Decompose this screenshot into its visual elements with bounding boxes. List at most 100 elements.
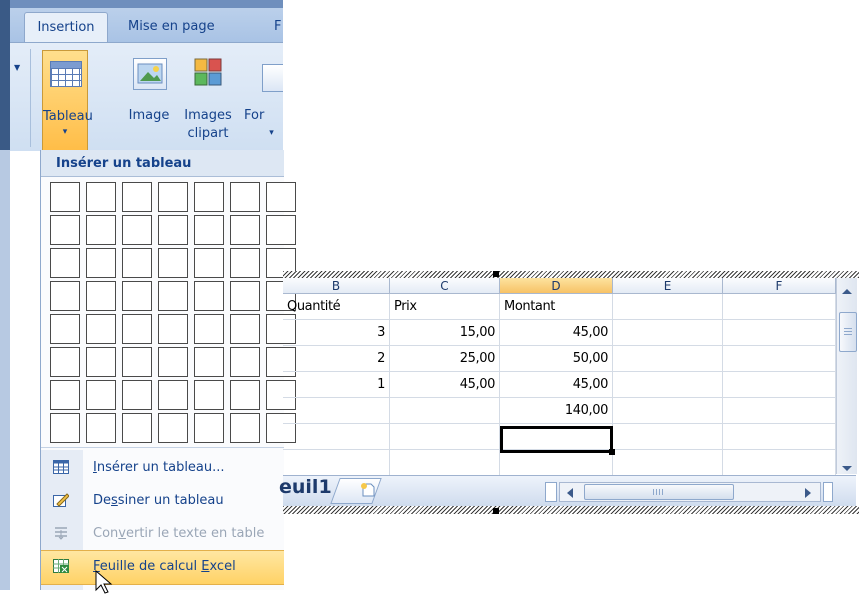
grid-cell[interactable] xyxy=(86,215,116,245)
scroll-down-icon[interactable] xyxy=(839,460,855,472)
sheet-cell[interactable]: 25,00 xyxy=(390,346,500,372)
sheet-cell[interactable] xyxy=(723,450,836,476)
grid-cell[interactable] xyxy=(158,281,188,311)
grid-cell[interactable] xyxy=(266,182,296,212)
grid-cell[interactable] xyxy=(230,248,260,278)
grid-cell[interactable] xyxy=(230,380,260,410)
grid-cell[interactable] xyxy=(158,182,188,212)
sheet-cell[interactable]: 15,00 xyxy=(390,320,500,346)
column-header[interactable]: C xyxy=(390,278,500,294)
embedded-excel-sheet[interactable]: BCDEF Quantité Prix Montant 3 15,00 45,00 2 25,… xyxy=(279,271,859,515)
sheet-cell[interactable]: 45,00 xyxy=(500,320,613,346)
sheet-cell[interactable] xyxy=(613,450,723,476)
tab-partial[interactable]: F xyxy=(274,12,281,42)
grid-cell[interactable] xyxy=(194,380,224,410)
menu-item-feuille-excel[interactable]: Feuille de calcul Excel xyxy=(41,550,284,585)
sheet-cell[interactable] xyxy=(613,320,723,346)
grid-cell[interactable] xyxy=(86,413,116,443)
sheet-cell[interactable] xyxy=(390,398,500,424)
sheet-cell[interactable] xyxy=(723,320,836,346)
scroll-left-icon[interactable] xyxy=(564,485,576,499)
grid-cell[interactable] xyxy=(50,215,80,245)
sheet-cell[interactable]: 45,00 xyxy=(390,372,500,398)
scroll-right-icon[interactable] xyxy=(802,485,814,499)
grid-cell[interactable] xyxy=(230,314,260,344)
sheet-cell[interactable]: 140,00 xyxy=(500,398,613,424)
grid-cell[interactable] xyxy=(50,413,80,443)
grid-cell[interactable] xyxy=(158,347,188,377)
scroll-thumb[interactable] xyxy=(839,312,857,352)
grid-cell[interactable] xyxy=(194,215,224,245)
grid-cell[interactable] xyxy=(122,347,152,377)
menu-item-inserer-tableau[interactable]: Insérer un tableau... xyxy=(41,452,284,485)
sheet-cell[interactable]: 45,00 xyxy=(500,372,613,398)
menu-item-dessiner-tableau[interactable]: Dessiner un tableau xyxy=(41,485,284,518)
sheet-cell[interactable]: Quantité xyxy=(283,294,390,320)
grid-cell[interactable] xyxy=(122,215,152,245)
grid-cell[interactable] xyxy=(122,182,152,212)
grid-cell[interactable] xyxy=(158,314,188,344)
grid-cell[interactable] xyxy=(230,413,260,443)
grid-cell[interactable] xyxy=(194,248,224,278)
grid-cell[interactable] xyxy=(122,380,152,410)
sheet-cell[interactable] xyxy=(613,424,723,450)
sheet-cell[interactable] xyxy=(283,450,390,476)
grid-cell[interactable] xyxy=(194,281,224,311)
sheet-cell[interactable] xyxy=(723,372,836,398)
grid-cell[interactable] xyxy=(158,248,188,278)
sheet-cell[interactable]: 1 xyxy=(283,372,390,398)
grid-cell[interactable] xyxy=(50,281,80,311)
grid-cell[interactable] xyxy=(50,182,80,212)
grid-cell[interactable] xyxy=(86,281,116,311)
grid-cell[interactable] xyxy=(194,347,224,377)
tab-insertion[interactable]: Insertion xyxy=(24,12,108,43)
sheet-cell[interactable] xyxy=(723,294,836,320)
tableau-button[interactable]: Tableau ▾ xyxy=(42,50,93,151)
column-header[interactable]: E xyxy=(613,278,723,294)
grid-cell[interactable] xyxy=(194,314,224,344)
sheet-tab[interactable]: euil1 xyxy=(279,476,332,498)
h-scroll-thumb[interactable] xyxy=(584,484,734,500)
grid-cell[interactable] xyxy=(122,314,152,344)
chevron-down-icon[interactable]: ▼ xyxy=(14,63,20,72)
vertical-scrollbar[interactable] xyxy=(836,278,857,474)
column-header[interactable]: F xyxy=(723,278,836,294)
grid-cell[interactable] xyxy=(158,380,188,410)
sheet-cell[interactable] xyxy=(613,372,723,398)
formes-button[interactable]: For ▾ xyxy=(240,52,283,142)
grid-cell[interactable] xyxy=(194,182,224,212)
sheet-cell[interactable] xyxy=(390,424,500,450)
h-split-handle[interactable] xyxy=(823,482,833,502)
sheet-cell[interactable] xyxy=(723,424,836,450)
grid-cell[interactable] xyxy=(122,413,152,443)
grid-cell[interactable] xyxy=(50,380,80,410)
grid-cell[interactable] xyxy=(230,215,260,245)
image-button[interactable]: Image xyxy=(122,52,176,142)
active-cell[interactable] xyxy=(500,426,615,455)
tab-mise-en-page[interactable]: Mise en page xyxy=(128,12,215,42)
grid-cell[interactable] xyxy=(158,215,188,245)
column-header[interactable]: B xyxy=(283,278,390,294)
sheet-cell[interactable] xyxy=(723,398,836,424)
sheet-cell[interactable]: 3 xyxy=(283,320,390,346)
grid-cell[interactable] xyxy=(266,215,296,245)
sheet-cell[interactable] xyxy=(283,398,390,424)
grid-cell[interactable] xyxy=(86,182,116,212)
grid-cell[interactable] xyxy=(194,413,224,443)
grid-cell[interactable] xyxy=(158,413,188,443)
clipart-button[interactable]: Images clipart xyxy=(178,52,238,142)
sheet-cell[interactable] xyxy=(613,398,723,424)
grid-cell[interactable] xyxy=(50,347,80,377)
grid-cell[interactable] xyxy=(86,347,116,377)
grid-cell[interactable] xyxy=(86,314,116,344)
sheet-cell[interactable] xyxy=(723,346,836,372)
sheet-cell[interactable]: Prix xyxy=(390,294,500,320)
tab-split-handle[interactable] xyxy=(545,482,557,502)
grid-cell[interactable] xyxy=(230,347,260,377)
grid-cell[interactable] xyxy=(86,248,116,278)
grid-cell[interactable] xyxy=(86,380,116,410)
column-header[interactable]: D xyxy=(500,278,613,294)
grid-cell[interactable] xyxy=(230,281,260,311)
grid-cell[interactable] xyxy=(230,182,260,212)
grid-cell[interactable] xyxy=(50,248,80,278)
